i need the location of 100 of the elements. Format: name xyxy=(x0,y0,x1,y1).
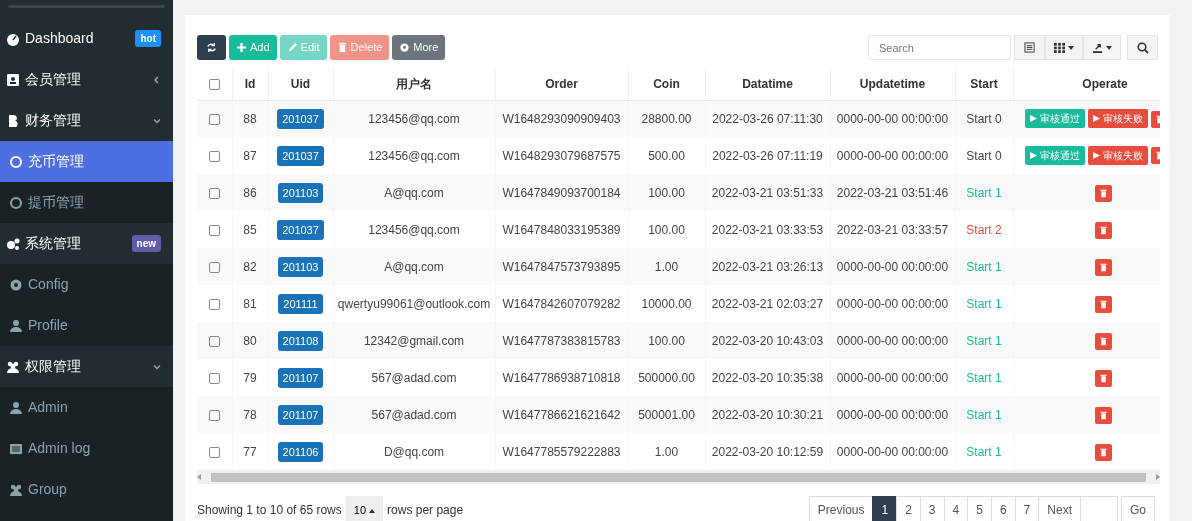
table-cell: W1648293090909403 xyxy=(502,111,621,126)
user-icon xyxy=(9,400,23,415)
table-cell: 500000.00 xyxy=(638,370,695,385)
table-cell: 123456@qq.com xyxy=(368,111,460,126)
circle-icon xyxy=(9,154,23,169)
row-checkbox[interactable] xyxy=(208,114,220,126)
column-header: Id xyxy=(244,76,256,91)
trash-icon xyxy=(1154,114,1160,124)
refresh-button[interactable] xyxy=(197,35,226,60)
reject-button[interactable]: 审核失败 xyxy=(1087,146,1148,165)
table-cell: 2022-03-20 10:30:21 xyxy=(711,407,824,422)
trash-icon xyxy=(1099,262,1108,272)
table-cell: 81 xyxy=(243,296,257,311)
table-cell: 123456@qq.com xyxy=(368,222,460,237)
table-cell: 500.00 xyxy=(648,148,685,163)
go-button[interactable]: Go xyxy=(1121,496,1155,521)
row-checkbox[interactable] xyxy=(208,150,220,162)
delete-button[interactable] xyxy=(1095,332,1112,350)
table-cell: 0000-00-00 00:00:00 xyxy=(836,444,949,459)
caret-icon xyxy=(1068,45,1074,50)
column-header: Operate xyxy=(1082,76,1128,91)
trash-icon xyxy=(1099,410,1108,420)
delete-button[interactable] xyxy=(1095,184,1112,202)
table-cell: 88 xyxy=(243,111,257,126)
table-cell: 2022-03-20 10:12:59 xyxy=(711,444,824,459)
table-cell: W1647786938710818 xyxy=(502,370,621,385)
play-icon xyxy=(1092,152,1100,159)
table-cell: 0000-00-00 00:00:00 xyxy=(836,370,949,385)
row-checkbox[interactable] xyxy=(208,409,220,421)
menu-badge: new xyxy=(131,235,161,252)
table-cell: 85 xyxy=(243,222,257,237)
search-button[interactable] xyxy=(1127,35,1158,60)
row-checkbox[interactable] xyxy=(208,224,220,236)
table-cell: 87 xyxy=(243,148,257,163)
trash-icon xyxy=(1099,447,1108,457)
table-cell: 78 xyxy=(243,407,257,422)
pencil-icon xyxy=(286,42,298,53)
delete-button[interactable] xyxy=(1095,406,1112,424)
table-cell: 77 xyxy=(243,444,257,459)
table-cell: 2022-03-26 07:11:30 xyxy=(712,111,823,126)
toggle-view-button[interactable] xyxy=(1014,35,1045,60)
delete-button[interactable] xyxy=(1095,295,1112,313)
delete-button[interactable] xyxy=(1095,258,1112,276)
uid-badge: 201037 xyxy=(277,108,324,129)
table-cell: 2022-03-21 03:51:46 xyxy=(836,185,949,200)
more-button[interactable]: More xyxy=(392,35,446,60)
table-cell: 567@adad.com xyxy=(371,370,457,385)
right-arrow-icon xyxy=(1156,474,1160,480)
table-cell: W1647842607079282 xyxy=(502,296,621,311)
table-cell: A@qq.com xyxy=(384,185,444,200)
user-icon xyxy=(9,318,23,333)
table-cell: 123456@qq.com xyxy=(368,148,460,163)
uid-badge: 201106 xyxy=(277,441,324,462)
sidebar-item[interactable]: 权限管理 xyxy=(0,346,173,387)
select-all-checkbox[interactable] xyxy=(208,79,220,91)
table-cell: 82 xyxy=(243,259,257,274)
sidebar-item[interactable]: 充币管理 xyxy=(0,141,173,182)
row-checkbox[interactable] xyxy=(208,335,220,347)
page-link[interactable]: 1 xyxy=(872,496,898,521)
table-cell: 10000.00 xyxy=(641,296,692,311)
delete-button[interactable] xyxy=(1095,369,1112,387)
sidebar-item[interactable]: 财务管理 xyxy=(0,100,173,141)
horizontal-scrollbar[interactable] xyxy=(197,470,1160,484)
table-cell: 2022-03-26 07:11:19 xyxy=(712,148,823,163)
page-size-label: rows per page xyxy=(387,502,464,520)
page-number-field[interactable] xyxy=(1080,496,1118,521)
search-field[interactable]: Search xyxy=(868,35,1011,60)
column-header: Uid xyxy=(290,76,311,91)
page-link[interactable]: Previous xyxy=(808,496,874,521)
page-link[interactable]: 2 xyxy=(896,496,921,521)
page-size-dropdown[interactable]: 10 xyxy=(345,496,384,521)
sidebar-item[interactable]: 会员管理 xyxy=(0,59,173,100)
sidebar-item[interactable]: Dashboard hot xyxy=(0,18,173,59)
status-text: Start 0 xyxy=(966,111,1002,126)
row-checkbox[interactable] xyxy=(208,187,220,199)
trash-icon xyxy=(1099,336,1108,346)
status-text: Start 1 xyxy=(966,370,1002,385)
columns-button[interactable] xyxy=(1045,35,1083,60)
row-checkbox[interactable] xyxy=(208,298,220,310)
delete-button[interactable] xyxy=(1095,221,1112,239)
uid-badge: 201037 xyxy=(277,145,324,166)
trash-icon xyxy=(1099,225,1108,235)
reject-button[interactable]: 审核失败 xyxy=(1087,109,1148,129)
row-checkbox[interactable] xyxy=(208,446,220,458)
table-cell: 100.00 xyxy=(648,222,685,237)
delete-button[interactable] xyxy=(1095,443,1112,461)
row-checkbox[interactable] xyxy=(208,261,220,273)
export-icon xyxy=(1092,42,1103,53)
export-button[interactable] xyxy=(1083,35,1121,60)
row-checkbox[interactable] xyxy=(208,372,220,384)
grid-icon xyxy=(1054,42,1065,53)
column-header: Coin xyxy=(653,76,680,91)
column-header: Start xyxy=(970,76,998,91)
list-view-icon xyxy=(1024,42,1035,53)
sidebar-item[interactable]: 系统管理 new xyxy=(0,223,173,264)
table-cell: 2022-03-21 03:33:53 xyxy=(711,222,824,237)
table-cell: 2022-03-21 03:26:13 xyxy=(711,259,824,274)
table-cell: W1647786621621642 xyxy=(502,407,621,422)
status-text: Start 1 xyxy=(966,185,1002,200)
table-cell: 0000-00-00 00:00:00 xyxy=(836,407,949,422)
